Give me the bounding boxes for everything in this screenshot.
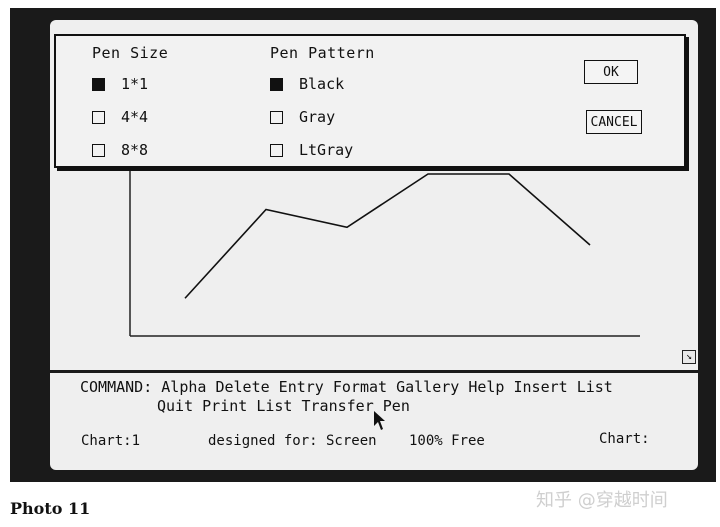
option-label: Black — [299, 75, 345, 93]
option-label: Gray — [299, 108, 336, 126]
status-free-memory: 100% Free — [409, 433, 485, 449]
checkbox-icon — [270, 143, 283, 157]
option-label: 8*8 — [121, 141, 149, 159]
option-label: LtGray — [299, 141, 354, 159]
option-label: 1*1 — [121, 75, 149, 93]
checkbox-icon — [92, 143, 105, 157]
screen: ↘ Pen Size 1*1 4*4 8*8 Pen Pattern Black — [50, 20, 698, 470]
checkbox-icon — [92, 77, 105, 91]
pen-pattern-title: Pen Pattern — [270, 44, 375, 62]
pen-size-title: Pen Size — [92, 44, 169, 62]
series-line — [184, 173, 591, 299]
watermark: 知乎 @穿越时间 — [536, 490, 668, 511]
pen-pattern-option-ltgray[interactable]: LtGray — [270, 140, 353, 160]
status-chart-number: Chart:1 — [81, 433, 141, 449]
pen-pattern-option-gray[interactable]: Gray — [270, 107, 335, 127]
divider — [50, 370, 698, 373]
pen-pattern-option-black[interactable]: Black — [270, 74, 344, 94]
status-designed-for: designed for: Screen — [208, 433, 377, 449]
pen-settings-dialog: Pen Size 1*1 4*4 8*8 Pen Pattern Black G… — [54, 34, 686, 168]
mouse-pointer-icon — [374, 411, 385, 430]
photo-caption: Photo 11 — [10, 499, 91, 518]
line-chart — [129, 160, 640, 337]
checkbox-icon — [270, 77, 283, 91]
cancel-button[interactable]: CANCEL — [586, 110, 642, 134]
pen-size-option-8x8[interactable]: 8*8 — [92, 140, 148, 160]
checkbox-icon — [270, 110, 283, 124]
photo-frame: ↘ Pen Size 1*1 4*4 8*8 Pen Pattern Black — [10, 8, 716, 482]
option-label: 4*4 — [121, 108, 149, 126]
status-chart-right: Chart: — [599, 431, 650, 447]
pen-size-option-4x4[interactable]: 4*4 — [92, 107, 148, 127]
command-line-1: COMMAND: Alpha Delete Entry Format Galle… — [80, 378, 613, 396]
pen-size-option-1x1[interactable]: 1*1 — [92, 74, 148, 94]
chart-area — [50, 160, 698, 370]
resize-handle-icon[interactable]: ↘ — [682, 350, 696, 364]
ok-button[interactable]: OK — [584, 60, 638, 84]
checkbox-icon — [92, 110, 105, 124]
